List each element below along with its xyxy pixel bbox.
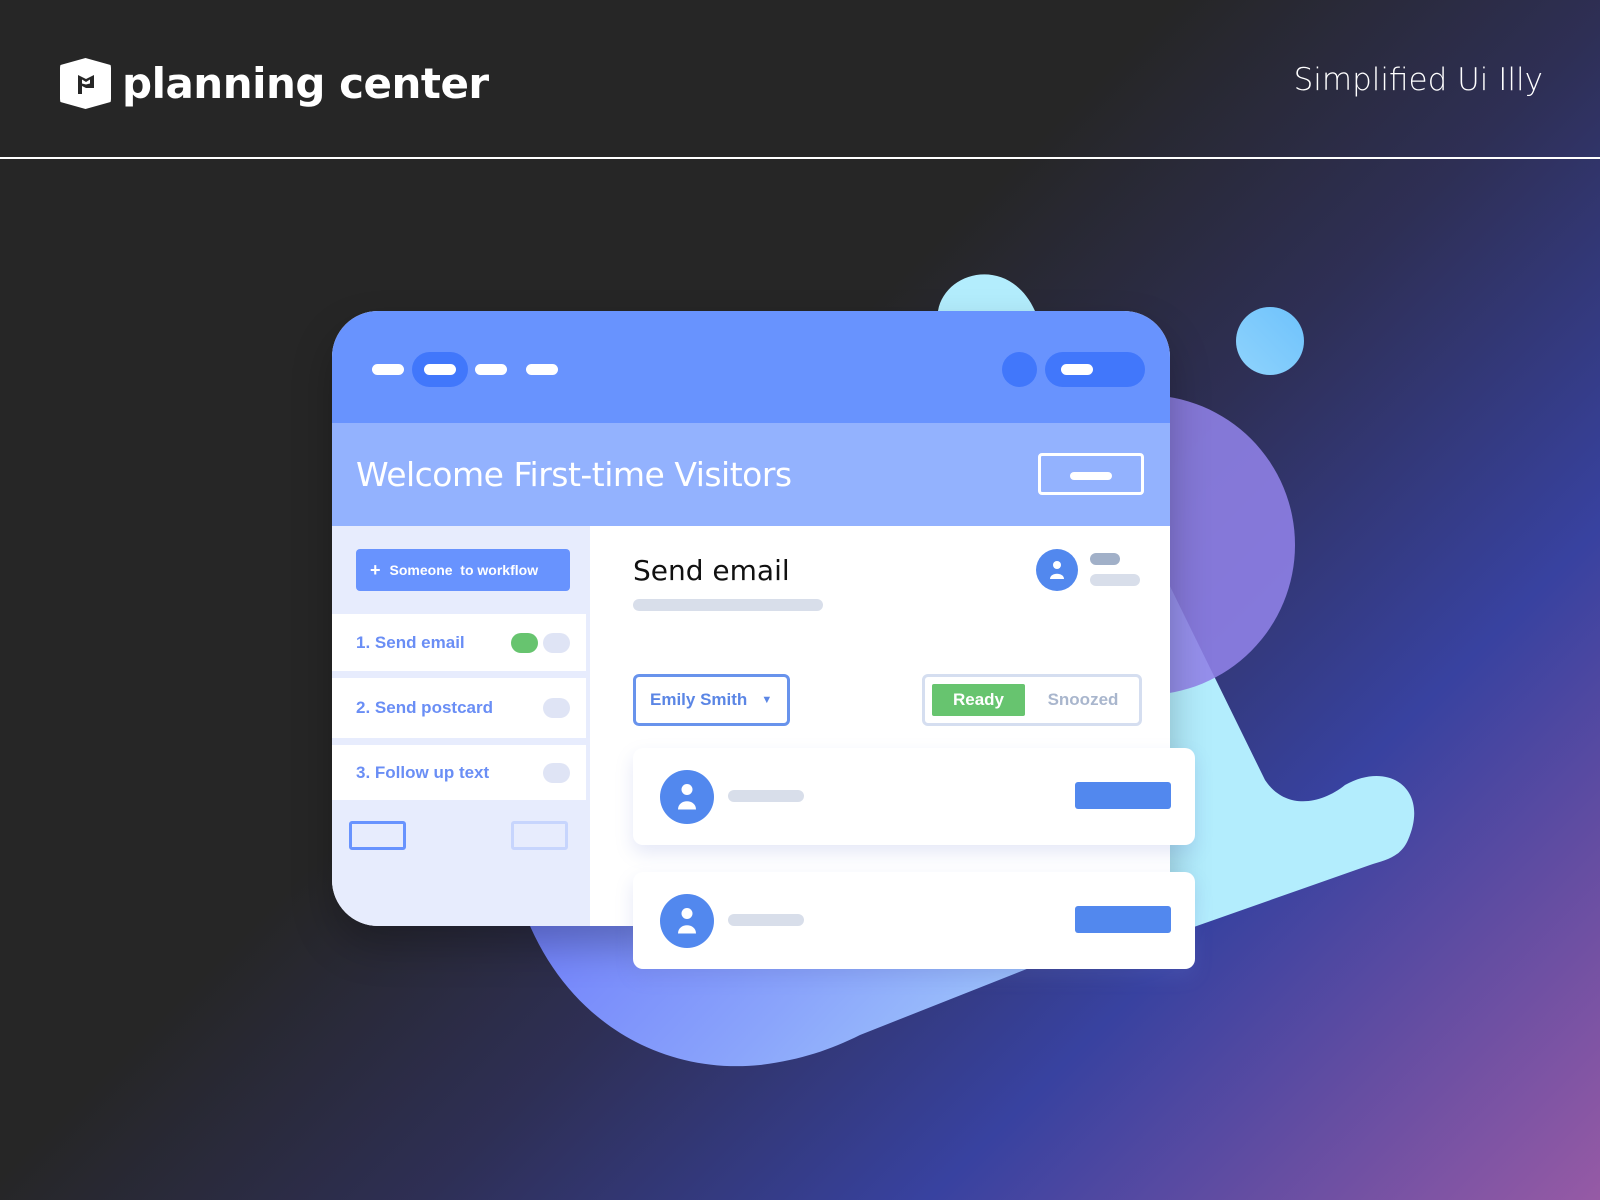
plus-icon: + [370,560,381,580]
status-snoozed-option[interactable]: Snoozed [1033,684,1133,716]
step-detail-pane: Send email Emily Smith ▼ Ready Snoozed [590,526,1170,926]
owner-detail-placeholder [1090,574,1140,586]
user-icon [678,784,696,810]
step-status-toggle-on[interactable] [511,632,538,653]
person-select-dropdown[interactable]: Emily Smith ▼ [633,674,790,726]
button-label-placeholder [1061,364,1093,375]
step-label: 2. Send postcard [356,698,493,717]
header-action-button[interactable] [1038,453,1144,495]
add-button-label: Someone to workflow [389,562,539,578]
button-label-placeholder [1070,472,1112,480]
step-send-email[interactable]: 1. Send email [332,614,586,671]
chevron-down-icon: ▼ [761,694,773,706]
owner-avatar[interactable] [1036,549,1078,591]
person-name-placeholder [728,790,804,802]
window-chrome [332,311,1170,423]
person-name-placeholder [728,914,804,926]
step-label: 1. Send email [356,632,465,652]
status-segmented-control: Ready Snoozed [922,674,1142,726]
blue-dot-shape [1236,307,1304,375]
header-divider [0,157,1600,159]
card-action-button[interactable] [1075,906,1171,933]
nav-item[interactable] [475,364,507,375]
person-card[interactable] [633,872,1195,969]
step-status-toggle[interactable] [543,698,570,718]
user-icon [678,908,696,934]
card-action-button[interactable] [1075,782,1171,809]
brand-logo[interactable]: planning center [60,58,489,109]
step-label: 3. Follow up text [356,762,490,782]
step-send-postcard[interactable]: 2. Send postcard [332,678,586,738]
workflow-header: Welcome First-time Visitors [332,423,1170,526]
brand-name: planning center [122,59,489,108]
person-card[interactable] [633,748,1195,845]
sidebar-secondary-button[interactable] [511,821,568,850]
nav-item[interactable] [526,364,558,375]
nav-item[interactable] [372,364,404,375]
step-follow-up-text[interactable]: 3. Follow up text [332,745,586,800]
section-title: Send email [633,554,790,587]
person-avatar [660,894,714,948]
user-icon [1050,561,1064,579]
step-status-toggle[interactable] [543,762,570,783]
nav-item-active[interactable] [424,364,456,375]
step-status-toggle[interactable] [543,632,570,653]
person-select-value: Emily Smith [650,690,748,709]
account-menu-button[interactable] [1045,352,1145,387]
add-someone-to-workflow-button[interactable]: + Someone to workflow [356,549,570,591]
top-bar: planning center Simplified Ui Illy [0,0,1600,157]
planning-center-flag-icon [60,58,111,109]
sidebar-primary-button[interactable] [349,821,406,850]
person-avatar [660,770,714,824]
page-label: Simplified Ui Illy [1293,62,1543,98]
workflow-sidebar: + Someone to workflow 1. Send email 2. S… [332,526,590,926]
subtitle-placeholder [633,599,823,611]
profile-avatar-button[interactable] [1002,352,1037,387]
workflow-title: Welcome First-time Visitors [356,455,792,494]
owner-name-placeholder [1090,553,1120,565]
status-ready-option[interactable]: Ready [932,684,1025,716]
